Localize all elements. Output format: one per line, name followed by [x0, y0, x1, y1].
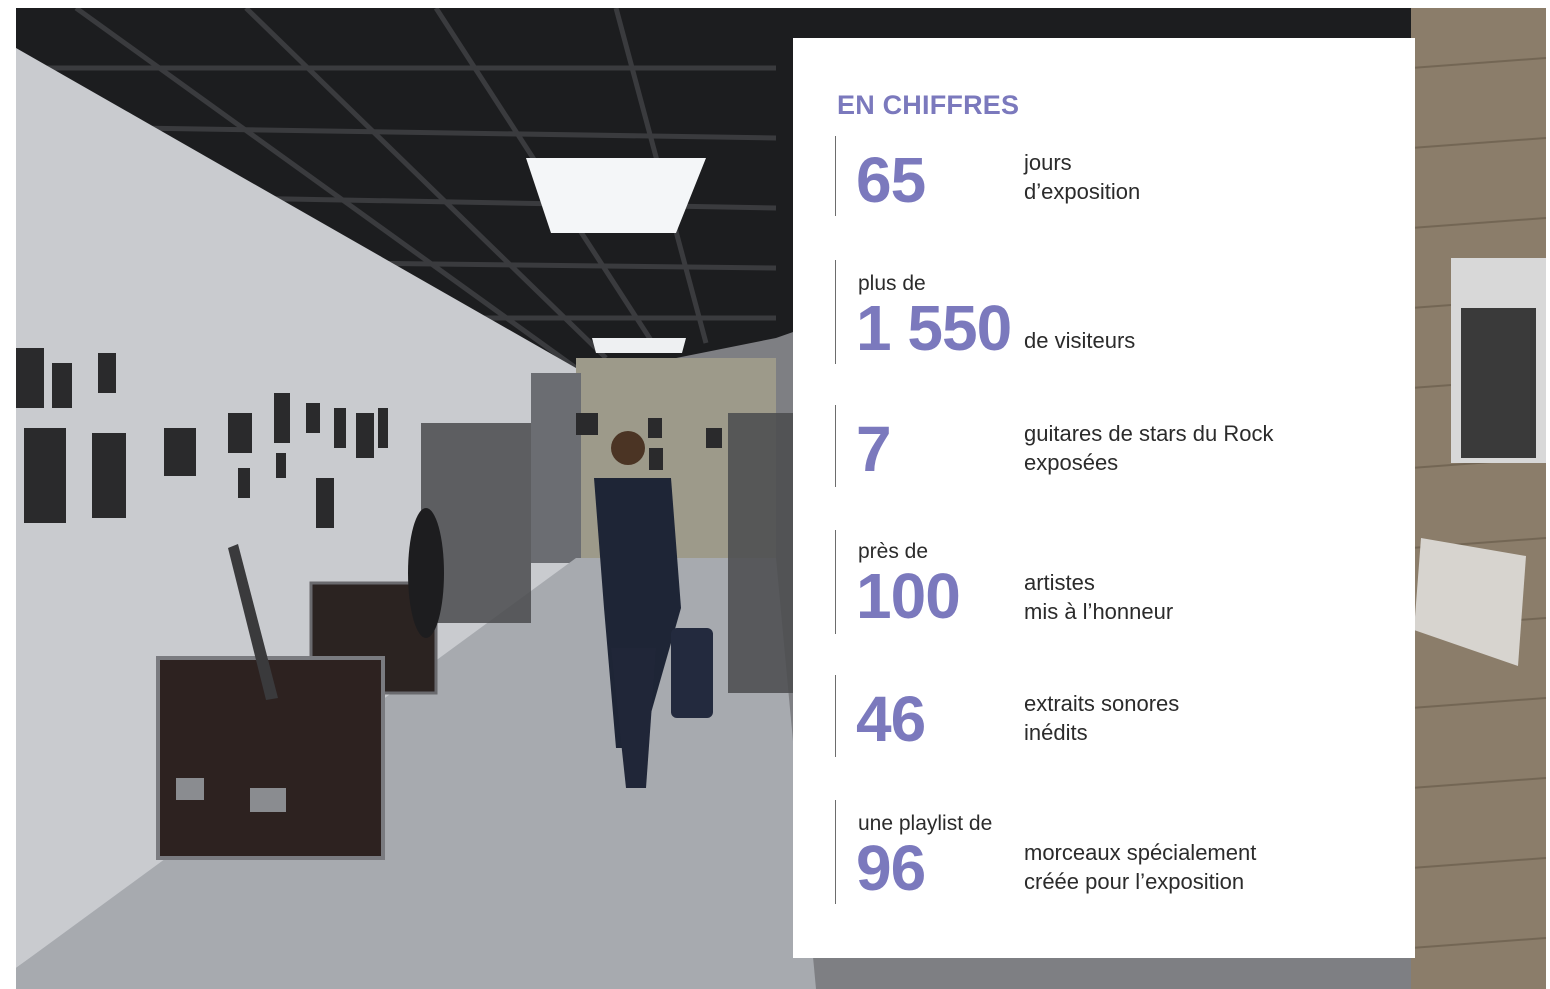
stat-desc-line: jours [1024, 150, 1072, 175]
stat-description: morceaux spécialement créée pour l’expos… [1024, 838, 1256, 896]
stat-guitars: 7 guitares de stars du Rock exposées [835, 405, 1396, 487]
stat-description: artistes mis à l’honneur [1024, 568, 1173, 626]
stat-desc-line: exposées [1024, 450, 1119, 475]
stat-days: 65 jours d’exposition [835, 136, 1396, 216]
stat-desc-line: morceaux spécialement [1024, 840, 1257, 865]
stat-artists: près de 100 artistes mis à l’honneur [835, 530, 1396, 634]
stat-description: jours d’exposition [1024, 148, 1140, 206]
stat-description: extraits sonores inédits [1024, 689, 1179, 747]
stat-desc-line: extraits sonores [1024, 691, 1180, 716]
stat-value: 46 [856, 683, 926, 755]
stat-value: 100 [856, 560, 961, 632]
stat-visitors: plus de 1 550 de visiteurs [835, 260, 1396, 364]
stat-description: de visiteurs [1024, 326, 1135, 355]
stat-desc-line: inédits [1024, 720, 1088, 745]
stat-desc-line: mis à l’honneur [1024, 599, 1174, 624]
stat-value: 96 [856, 832, 926, 904]
stats-card: EN CHIFFRES 65 jours d’exposition plus d… [793, 38, 1415, 958]
stat-desc-line: d’exposition [1024, 179, 1141, 204]
stat-value: 1 550 [856, 292, 1012, 364]
stat-value: 7 [856, 413, 892, 485]
card-title: EN CHIFFRES [837, 90, 1020, 120]
stat-desc-line: créée pour l’exposition [1024, 869, 1245, 894]
stat-audio-extracts: 46 extraits sonores inédits [835, 675, 1396, 757]
stat-value: 65 [856, 144, 926, 216]
stat-playlist: une playlist de 96 morceaux spécialement… [835, 800, 1396, 904]
stat-desc-line: guitares de stars du Rock [1024, 421, 1274, 446]
stat-description: guitares de stars du Rock exposées [1024, 419, 1273, 477]
stat-desc-line: de visiteurs [1024, 328, 1136, 353]
stat-desc-line: artistes [1024, 570, 1095, 595]
